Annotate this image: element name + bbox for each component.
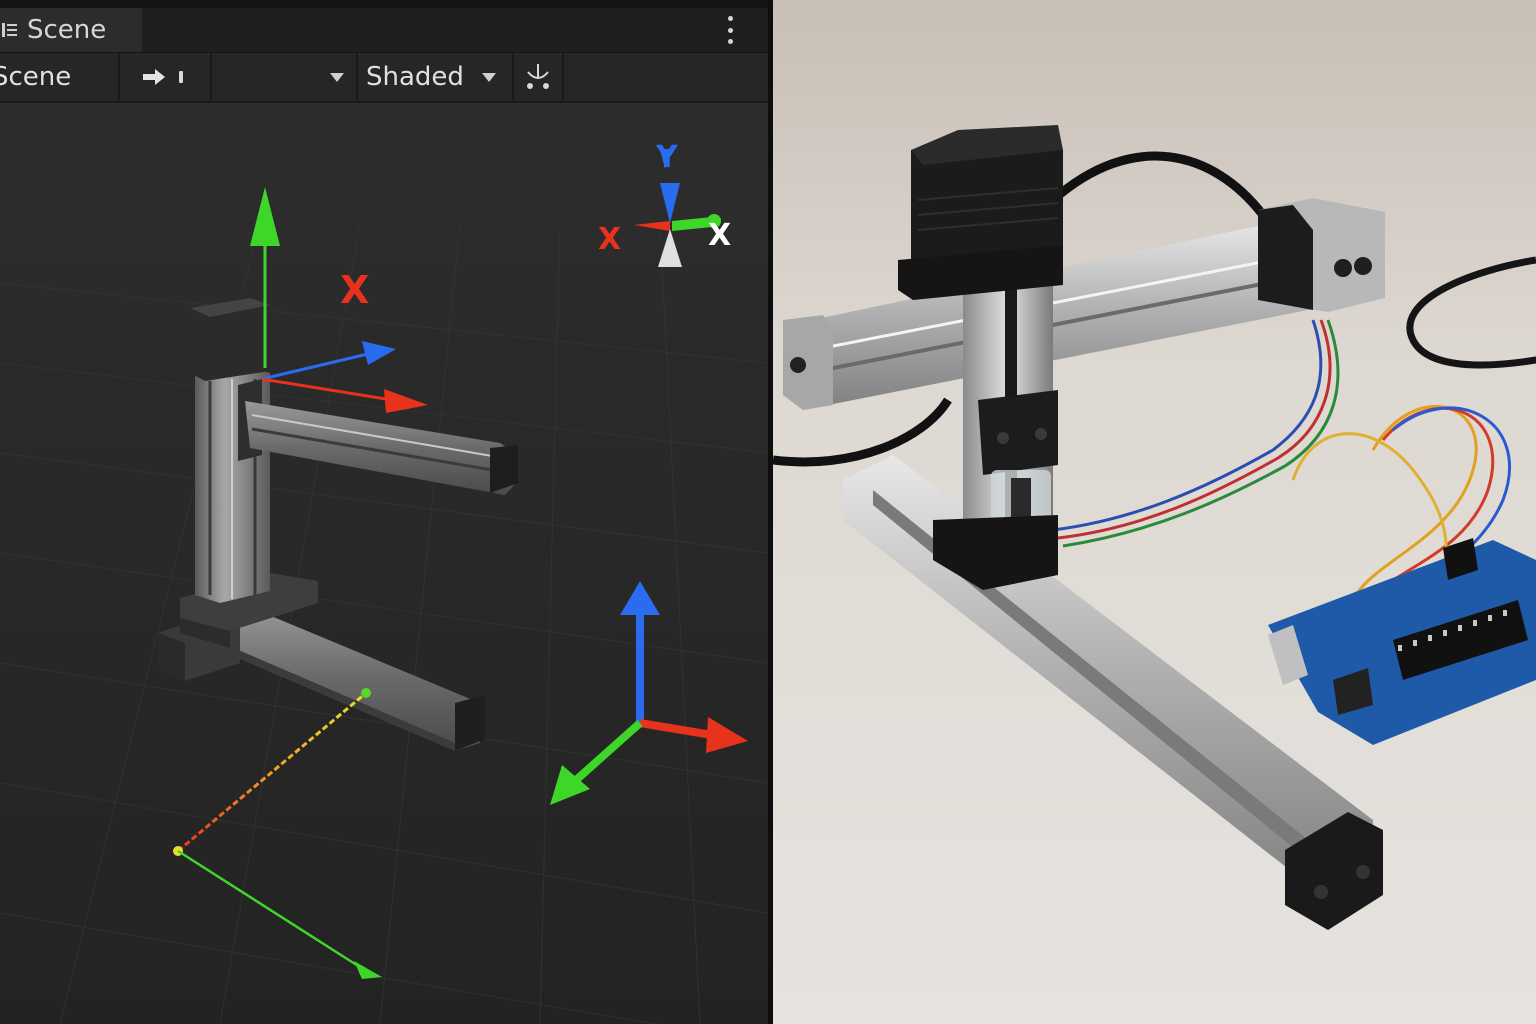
more-vertical-icon[interactable] <box>720 16 740 44</box>
shading-mode-label: Shaded <box>366 62 464 92</box>
gizmo-toggle-icon <box>527 64 549 89</box>
chevron-down-icon <box>330 72 344 82</box>
move-tool-button[interactable] <box>120 53 212 101</box>
photo-panel <box>773 0 1536 1024</box>
view-options-dropdown[interactable] <box>212 53 358 101</box>
move-arrow-icon <box>143 69 183 85</box>
hierarchy-list-icon <box>2 22 18 38</box>
scene-dropdown[interactable]: Scene <box>0 53 120 101</box>
chevron-down-icon <box>481 72 496 82</box>
scene-toolbar: Scene Shaded <box>0 53 768 103</box>
gizmo-x-left-label: X <box>598 222 621 257</box>
shading-mode-dropdown[interactable]: Shaded <box>358 53 514 101</box>
gizmo-x-right-label: X <box>708 218 731 253</box>
tab-scene-label: Scene <box>27 15 107 45</box>
window-top-strip <box>0 0 768 8</box>
scene-dropdown-label: Scene <box>0 62 72 92</box>
floating-x-label: X <box>340 268 369 312</box>
plotter-photo <box>773 0 1536 1024</box>
scene-viewport[interactable]: Y X X X <box>0 103 768 1024</box>
gizmo-toggle-button[interactable] <box>514 53 564 101</box>
scene-tab-bar: Scene <box>0 8 768 53</box>
scene-view-panel: Scene Scene Shaded Y X X X <box>0 0 768 1024</box>
tab-scene[interactable]: Scene <box>0 8 142 52</box>
gizmo-y-label: Y <box>655 140 679 175</box>
